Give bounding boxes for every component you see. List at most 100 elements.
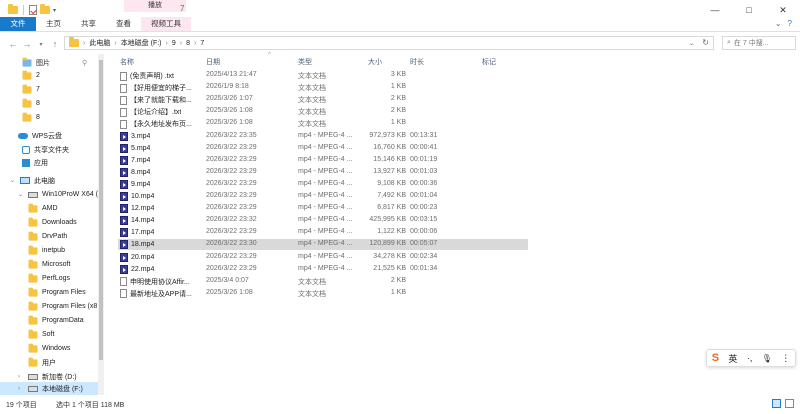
column-name[interactable]: 名称 — [120, 57, 134, 67]
breadcrumb-8[interactable]: 8 — [186, 40, 190, 47]
file-row[interactable]: 【论坛介绍】.txt 2025/3/26 1:08 文本文档 2 KB — [118, 106, 528, 117]
file-name-cell[interactable]: 【永久地址发布页... — [120, 119, 194, 129]
file-row[interactable]: 9.mp4 2026/3/22 23:29 mp4 - MPEG-4 ... 9,10… — [118, 179, 528, 190]
breadcrumb-9[interactable]: 9 — [172, 40, 176, 47]
file-name-cell[interactable]: 8.mp4 — [120, 167, 194, 177]
recent-locations-button[interactable]: ▾ — [34, 41, 48, 48]
chevron-right-icon[interactable]: › — [194, 40, 196, 47]
back-button[interactable]: ← — [6, 39, 20, 49]
file-name-cell[interactable]: 【好用便宜的梯子... — [120, 83, 194, 93]
file-name-cell[interactable]: (免责声明) .txt — [120, 71, 194, 81]
file-row[interactable]: 18.mp4 2026/3/22 23:30 mp4 - MPEG-4 ... 120… — [118, 239, 528, 251]
file-name-cell[interactable]: 20.mp4 — [120, 252, 194, 262]
new-folder-icon[interactable] — [40, 4, 50, 14]
sidebar-item-downloads[interactable]: Downloads — [28, 216, 77, 229]
chevron-right-icon[interactable]: › — [180, 40, 182, 47]
large-icons-view-icon[interactable] — [785, 399, 794, 408]
tab-file[interactable]: 文件 — [0, 17, 36, 31]
file-row[interactable]: 8.mp4 2026/3/22 23:29 mp4 - MPEG-4 ... 13,9… — [118, 167, 528, 178]
sidebar-item-apps[interactable]: 应用 — [22, 156, 48, 169]
microphone-icon[interactable]: 🎙 — [762, 354, 772, 363]
file-row[interactable]: 14.mp4 2026/3/22 23:32 mp4 - MPEG-4 ... 425… — [118, 215, 528, 226]
file-row[interactable]: 12.mp4 2026/3/22 23:29 mp4 - MPEG-4 ... 6,8… — [118, 203, 528, 214]
file-name-cell[interactable]: 9.mp4 — [120, 179, 194, 189]
file-row[interactable]: 最新地址及APP请... 2025/3/26 1:08 文本文档 1 KB — [118, 288, 528, 299]
breadcrumb-this-pc[interactable]: 此电脑 — [89, 38, 110, 48]
sidebar-item-2[interactable]: 2 — [22, 69, 40, 82]
breadcrumb-drive-f[interactable]: 本地磁盘 (F:) — [121, 38, 162, 48]
sogou-logo-icon[interactable]: S — [712, 352, 719, 364]
sidebar-item-drive-f[interactable]: › 本地磁盘 (F:) — [0, 382, 98, 395]
file-name-cell[interactable]: 最新地址及APP请... — [120, 289, 194, 299]
address-dropdown-icon[interactable]: ⌄ — [689, 41, 694, 47]
ime-language-toggle[interactable]: 英 — [728, 352, 737, 365]
sidebar-item-this-pc[interactable]: ⌄ 此电脑 — [10, 174, 55, 187]
file-row[interactable]: 22.mp4 2026/3/22 23:29 mp4 - MPEG-4 ... 21,… — [118, 264, 528, 275]
file-name-cell[interactable]: 14.mp4 — [120, 216, 194, 226]
sidebar-item-7[interactable]: 7 — [22, 83, 40, 96]
refresh-button[interactable]: ↻ — [702, 38, 709, 47]
breadcrumb-7[interactable]: 7 — [200, 40, 204, 47]
column-duration[interactable]: 时长 — [410, 57, 424, 67]
column-tags[interactable]: 标记 — [482, 57, 496, 67]
sidebar-item-inetpub[interactable]: inetpub — [28, 244, 65, 257]
tab-view[interactable]: 查看 — [106, 17, 141, 31]
address-bar[interactable]: › 此电脑 › 本地磁盘 (F:) › 9 › 8 › 7 ⌄ ↻ — [64, 36, 714, 50]
file-row[interactable]: (免责声明) .txt 2025/4/13 21:47 文本文档 3 KB — [118, 70, 528, 81]
sidebar-item-soft[interactable]: Soft — [28, 328, 54, 341]
expand-ribbon-icon[interactable]: ⌄ — [775, 19, 782, 28]
search-box[interactable]: ⌕ 在 7 中搜... — [722, 36, 796, 50]
sidebar-item-shared-folders[interactable]: 共享文件夹 — [22, 143, 69, 156]
sidebar-item-8[interactable]: 8 — [22, 97, 40, 110]
sidebar-item-programdata[interactable]: ProgramData — [28, 314, 84, 327]
column-date[interactable]: 日期 — [206, 57, 220, 67]
file-name-cell[interactable]: 22.mp4 — [120, 264, 194, 274]
sidebar-item-program-files-x86[interactable]: Program Files (x8 — [28, 300, 97, 313]
file-name-cell[interactable]: 12.mp4 — [120, 204, 194, 214]
file-row[interactable]: 17.mp4 2026/3/22 23:29 mp4 - MPEG-4 ... 1,1… — [118, 227, 528, 238]
ime-punctuation-toggle[interactable]: ·, — [747, 353, 753, 363]
sidebar-item-users[interactable]: 用户 — [28, 356, 56, 369]
sidebar-scrollbar-thumb[interactable] — [99, 60, 103, 360]
chevron-down-icon[interactable]: ⌄ — [10, 177, 16, 184]
details-view-icon[interactable] — [772, 399, 781, 408]
file-row[interactable]: 20.mp4 2026/3/22 23:29 mp4 - MPEG-4 ... 34,… — [118, 252, 528, 263]
more-icon[interactable]: ⋮ — [781, 353, 790, 364]
file-name-cell[interactable]: 申明使用协议Affir... — [120, 277, 194, 287]
chevron-right-icon[interactable]: › — [83, 40, 85, 47]
chevron-right-icon[interactable]: › — [166, 40, 168, 47]
up-button[interactable]: ↑ — [48, 39, 62, 49]
tab-share[interactable]: 共享 — [71, 17, 106, 31]
file-name-cell[interactable]: 18.mp4 — [120, 240, 194, 250]
file-row[interactable]: 10.mp4 2026/3/22 23:29 mp4 - MPEG-4 ... 7,4… — [118, 191, 528, 202]
chevron-right-icon[interactable]: › — [18, 386, 24, 392]
tab-video-tools[interactable]: 视频工具 — [141, 17, 191, 31]
chevron-right-icon[interactable]: › — [18, 374, 24, 380]
file-row[interactable]: 【好用便宜的梯子... 2026/1/9 8:18 文本文档 1 KB — [118, 82, 528, 93]
sidebar-item-windows[interactable]: Windows — [28, 342, 70, 355]
sidebar-item-drvpath[interactable]: DrvPath — [28, 230, 67, 243]
file-row[interactable]: 5.mp4 2026/3/22 23:29 mp4 - MPEG-4 ... 16,7… — [118, 143, 528, 154]
sidebar-item-amd[interactable]: AMD — [28, 202, 58, 215]
sidebar-item-wps-cloud[interactable]: WPS云盘 — [18, 129, 62, 142]
file-row[interactable]: 3.mp4 2026/3/22 23:35 mp4 - MPEG-4 ... 972,… — [118, 131, 528, 142]
properties-icon[interactable] — [29, 5, 37, 15]
file-name-cell[interactable]: 3.mp4 — [120, 131, 194, 141]
chevron-down-icon[interactable]: ⌄ — [18, 191, 24, 198]
chevron-right-icon[interactable]: › — [114, 40, 116, 47]
customize-toolbar-icon[interactable]: ▾ — [53, 7, 56, 14]
column-type[interactable]: 类型 — [298, 57, 312, 67]
column-size[interactable]: 大小 — [368, 57, 382, 67]
sidebar-item-drive-c[interactable]: ⌄ Win10ProW X64 (C — [18, 188, 103, 201]
help-icon[interactable]: ? — [788, 19, 792, 28]
sidebar-item-program-files[interactable]: Program Files — [28, 286, 86, 299]
file-row[interactable]: 申明使用协议Affir... 2025/3/4 0:07 文本文档 2 KB — [118, 276, 528, 287]
forward-button[interactable]: → — [20, 39, 34, 49]
file-name-cell[interactable]: 【论坛介绍】.txt — [120, 107, 194, 117]
tab-home[interactable]: 主页 — [36, 17, 71, 31]
sidebar-item-microsoft[interactable]: Microsoft — [28, 258, 70, 271]
file-name-cell[interactable]: 10.mp4 — [120, 192, 194, 201]
file-name-cell[interactable]: 7.mp4 — [120, 155, 194, 165]
file-row[interactable]: 【来了就能下载和... 2025/3/26 1:07 文本文档 2 KB — [118, 94, 528, 105]
file-name-cell[interactable]: 17.mp4 — [120, 228, 194, 238]
